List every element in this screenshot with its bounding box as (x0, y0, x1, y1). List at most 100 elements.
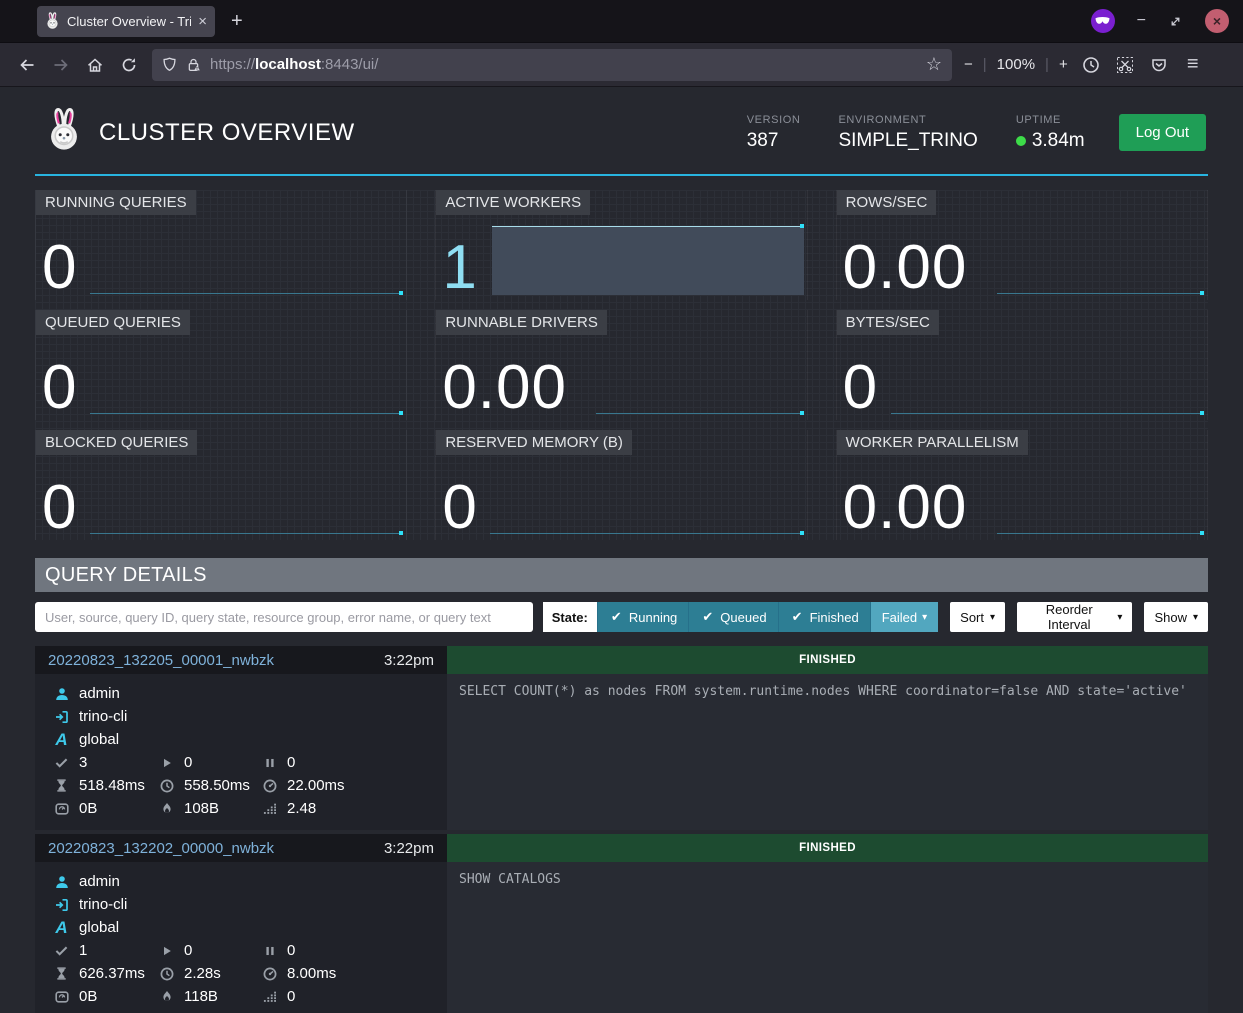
chevron-down-icon: ▾ (990, 612, 995, 623)
stat-value: 0 (42, 477, 77, 539)
menu-hamburger-icon[interactable]: ≡ (1176, 49, 1210, 81)
query-status-bar: FINISHED (447, 646, 1208, 674)
url-path: :8443/ui/ (321, 56, 379, 73)
stat-value: 0.00 (843, 477, 968, 539)
zoom-in-button[interactable]: + (1059, 56, 1068, 73)
forward-button[interactable] (44, 49, 78, 81)
query-source: trino-cli (79, 708, 127, 725)
query-time: 3:22pm (384, 652, 434, 669)
version-label: VERSION (747, 114, 801, 126)
stat-value: 0 (442, 477, 477, 539)
url-bar[interactable]: https://localhost:8443/ui/ ☆ (152, 49, 952, 81)
query-header: 20220823_132205_00001_nwbzk 3:22pm (35, 646, 447, 674)
minimize-button[interactable]: − (1137, 12, 1146, 30)
wall-time: 518.48ms (79, 777, 145, 794)
environment-block: ENVIRONMENT SIMPLE_TRINO (838, 114, 977, 152)
tracking-shield-icon[interactable] (162, 57, 177, 72)
query-text: SELECT COUNT(*) as nodes FROM system.run… (447, 674, 1208, 830)
sort-dropdown[interactable]: Sort ▾ (950, 602, 1005, 632)
query-search-input[interactable] (35, 602, 533, 632)
stat-value: 0.00 (843, 237, 968, 299)
cumulative-memory-fire-icon (159, 801, 174, 816)
query-details-title: QUERY DETAILS (45, 564, 207, 587)
reorder-interval-dropdown[interactable]: Reorder Interval ▾ (1017, 602, 1132, 632)
stat-value: 1 (442, 237, 477, 299)
show-dropdown[interactable]: Show ▾ (1144, 602, 1208, 632)
completed-splits-check-icon (54, 943, 69, 958)
stat-card-reserved-memory: RESERVED MEMORY (B) 0 (435, 430, 807, 540)
lock-warning-icon[interactable] (186, 57, 201, 72)
wall-time-hourglass-icon (54, 778, 69, 793)
parallelism-bars-icon (262, 801, 277, 816)
reload-button[interactable] (112, 49, 146, 81)
memory-scale-icon (54, 801, 69, 816)
screenshot-scissors-icon[interactable] (1108, 49, 1142, 81)
chevron-down-icon: ▾ (922, 612, 927, 623)
version-block: VERSION 387 (747, 114, 801, 152)
home-button[interactable] (78, 49, 112, 81)
stat-card-bytes-sec: BYTES/SEC 0 (836, 310, 1208, 420)
sparkline (90, 293, 403, 294)
check-icon: ✔ (700, 610, 715, 625)
queued-splits-pause-icon (262, 755, 277, 770)
cpu-time-gauge-icon (262, 778, 277, 793)
filter-queued-button[interactable]: ✔ Queued (688, 602, 777, 632)
completed-splits: 1 (79, 942, 87, 959)
query-row: 20220823_132205_00001_nwbzk 3:22pm FINIS… (35, 646, 1208, 830)
zoom-level[interactable]: 100% (997, 56, 1035, 73)
bookmark-star-icon[interactable]: ☆ (926, 54, 942, 75)
stat-label: ACTIVE WORKERS (436, 190, 590, 215)
sparkline (490, 533, 803, 534)
cumulative-memory-fire-icon (159, 989, 174, 1004)
elapsed-clock-icon (159, 966, 174, 981)
private-browsing-icon (1091, 9, 1115, 33)
tab-close-button[interactable]: × (198, 13, 207, 30)
filter-running-button[interactable]: ✔ Running (597, 602, 688, 632)
check-icon: ✔ (790, 610, 805, 625)
query-id-link[interactable]: 20220823_132205_00001_nwbzk (48, 652, 274, 669)
sparkline (90, 413, 403, 414)
queued-splits: 0 (287, 942, 295, 959)
back-button[interactable] (10, 49, 44, 81)
logout-button[interactable]: Log Out (1119, 114, 1206, 151)
stat-value: 0 (42, 357, 77, 419)
filter-failed-dropdown[interactable]: Failed ▾ (870, 602, 938, 632)
stat-label: RESERVED MEMORY (B) (436, 430, 632, 455)
filter-finished-button[interactable]: ✔ Finished (778, 602, 870, 632)
trino-favicon-icon (45, 14, 60, 29)
query-stats-panel: admin trino-cli Aglobal 3 0 0 518.48ms 5… (35, 674, 447, 830)
user-icon (54, 686, 69, 701)
pocket-icon[interactable] (1142, 49, 1176, 81)
restore-button[interactable] (1168, 14, 1183, 29)
query-id-link[interactable]: 20220823_132202_00000_nwbzk (48, 840, 274, 857)
stat-label: BLOCKED QUERIES (36, 430, 197, 455)
trino-logo (45, 107, 83, 158)
uptime-label: UPTIME (1016, 114, 1085, 126)
browser-tab[interactable]: Cluster Overview - Trino × (37, 6, 215, 37)
zoom-out-button[interactable]: − (964, 56, 973, 73)
current-memory: 0B (79, 800, 97, 817)
sparkline (891, 413, 1204, 414)
sparkline (997, 293, 1204, 294)
stat-card-queued-queries: QUEUED QUERIES 0 (35, 310, 407, 420)
memory-scale-icon (54, 989, 69, 1004)
query-text: SHOW CATALOGS (447, 862, 1208, 1013)
parallelism-bars-icon (262, 989, 277, 1004)
query-user: admin (79, 873, 120, 890)
window-titlebar: Cluster Overview - Trino × + − × (0, 0, 1243, 43)
window-close-button[interactable]: × (1205, 9, 1229, 33)
new-tab-button[interactable]: + (231, 10, 243, 33)
running-splits-play-icon (159, 755, 174, 770)
cpu-time: 22.00ms (287, 777, 345, 794)
cpu-time-gauge-icon (262, 966, 277, 981)
version-value: 387 (747, 130, 801, 152)
completed-splits: 3 (79, 754, 87, 771)
source-sign-in-icon (54, 709, 69, 724)
user-icon (54, 874, 69, 889)
stat-card-running-queries: RUNNING QUERIES 0 (35, 190, 407, 300)
queued-splits: 0 (287, 754, 295, 771)
environment-value: SIMPLE_TRINO (838, 130, 977, 152)
history-clock-icon[interactable] (1074, 49, 1108, 81)
app-header: CLUSTER OVERVIEW VERSION 387 ENVIRONMENT… (35, 87, 1208, 176)
stat-label: BYTES/SEC (837, 310, 939, 335)
